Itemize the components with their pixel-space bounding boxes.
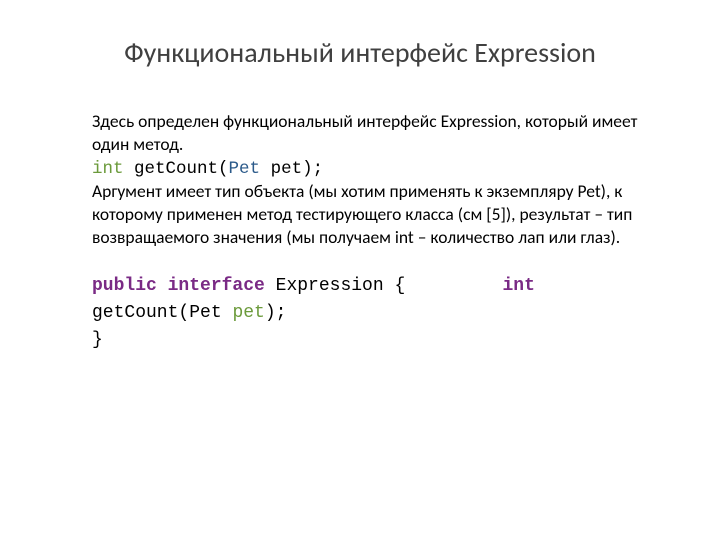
code-text: pet);: [260, 159, 323, 179]
keyword-interface: interface: [168, 276, 265, 296]
code-line-3: }: [92, 327, 650, 354]
code-text: getCount(Pet: [92, 303, 232, 323]
gap: [405, 276, 502, 296]
spacer: [92, 251, 650, 273]
type-pet: Pet: [229, 159, 261, 179]
code-text: );: [265, 303, 287, 323]
space: [157, 276, 168, 296]
code-signature: int getCount(Pet pet);: [92, 158, 650, 181]
keyword-public: public: [92, 276, 157, 296]
code-text: getCount(: [124, 159, 229, 179]
paragraph-intro: Здесь определен функциональный интерфейс…: [92, 110, 650, 156]
code-line-1: public interface Expression { int: [92, 273, 650, 300]
keyword-int: int: [503, 276, 535, 296]
slide-content: Здесь определен функциональный интерфейс…: [60, 110, 660, 354]
slide-title: Функциональный интерфейс Expression: [60, 35, 660, 70]
paragraph-explain: Аргумент имеет тип объекта (мы хотим при…: [92, 180, 650, 248]
keyword-int: int: [92, 159, 124, 179]
code-line-2: getCount(Pet pet);: [92, 300, 650, 327]
code-interface-block: public interface Expression { int getCou…: [92, 273, 650, 354]
code-text: Expression {: [265, 276, 405, 296]
param-pet: pet: [232, 303, 264, 323]
